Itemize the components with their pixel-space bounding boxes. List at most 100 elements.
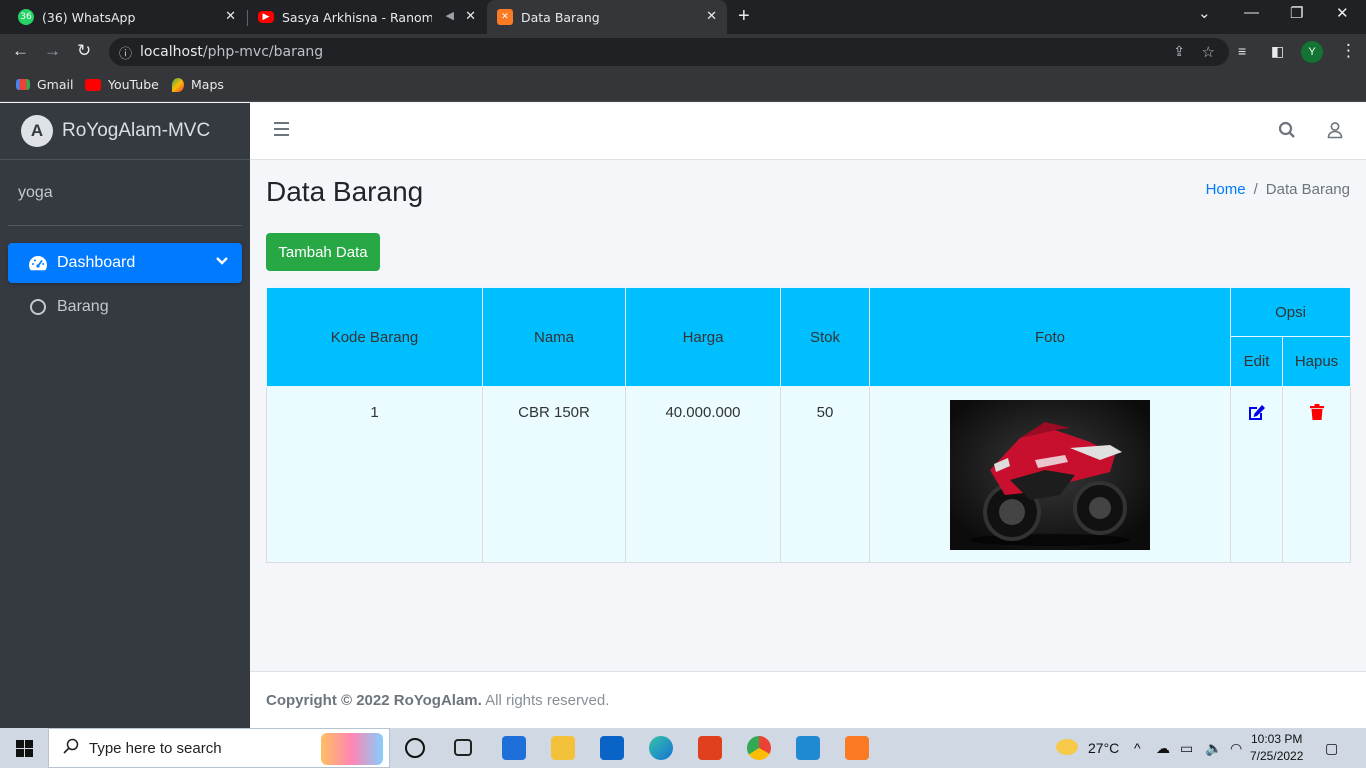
- office-icon[interactable]: [698, 736, 722, 760]
- side-panel-icon[interactable]: ◧: [1271, 41, 1284, 61]
- speaker-icon: ◀: [445, 9, 454, 22]
- search-icon: [63, 738, 79, 758]
- clock-time: 10:03 PM: [1251, 732, 1303, 746]
- bookmark-gmail[interactable]: Gmail: [16, 77, 73, 92]
- onedrive-icon[interactable]: ☁: [1156, 740, 1170, 757]
- browser-toolbar: ← → ↻ ⓘ localhost /php-mvc/barang ⇪ ☆ ≡ …: [0, 34, 1366, 70]
- sidebar-item-label: Dashboard: [57, 254, 136, 271]
- address-bar[interactable]: ⓘ localhost /php-mvc/barang ⇪ ☆: [109, 38, 1229, 66]
- xampp-icon[interactable]: [845, 736, 869, 760]
- profile-avatar[interactable]: Y: [1301, 41, 1323, 63]
- share-icon[interactable]: ⇪: [1173, 44, 1185, 60]
- cell-nama: CBR 150R: [482, 386, 626, 563]
- tab-youtube[interactable]: ▶ Sasya Arkhisna - Ranompo B ◀ ✕: [248, 0, 486, 34]
- menu-icon[interactable]: ⋮: [1340, 41, 1357, 61]
- youtube-icon: ▶: [258, 11, 274, 23]
- whatsapp-icon: 36: [18, 9, 34, 25]
- weather-temperature[interactable]: 27°C: [1088, 740, 1119, 756]
- main-header: [250, 103, 1366, 160]
- breadcrumb-current: Data Barang: [1265, 181, 1350, 198]
- brand-text: RoYogAlam-MVC: [62, 120, 211, 141]
- cortana-icon[interactable]: [405, 738, 425, 758]
- user-icon[interactable]: [1326, 121, 1344, 142]
- header-stok: Stok: [780, 287, 870, 387]
- cell-stok: 50: [780, 386, 870, 563]
- tab-title: Sasya Arkhisna - Ranompo B: [282, 9, 432, 25]
- tachometer-icon: [28, 255, 48, 271]
- main-sidebar: A RoYogAlam-MVC yoga Dashboard Barang: [0, 103, 250, 728]
- bookmark-label: Maps: [191, 77, 224, 92]
- breadcrumb: Home / Data Barang: [1206, 181, 1350, 198]
- reload-button[interactable]: ↻: [77, 41, 91, 61]
- tab-title: Data Barang: [521, 9, 600, 25]
- volume-icon[interactable]: 🔈: [1205, 740, 1222, 757]
- store-icon[interactable]: [502, 736, 526, 760]
- edit-icon[interactable]: [1247, 404, 1266, 425]
- cell-edit: [1230, 386, 1283, 563]
- bookmark-maps[interactable]: Maps: [172, 77, 224, 92]
- tab-whatsapp[interactable]: 36 (36) WhatsApp ✕: [8, 0, 246, 34]
- bookmark-label: Gmail: [37, 77, 74, 92]
- media-control-icon[interactable]: ≡: [1238, 41, 1246, 61]
- tab-data-barang[interactable]: ✕ Data Barang ✕: [487, 0, 727, 34]
- notification-icon[interactable]: ▢: [1325, 740, 1338, 757]
- close-tab-icon[interactable]: ✕: [706, 9, 717, 24]
- brand-logo: A: [21, 115, 53, 147]
- taskbar-clock[interactable]: 10:03 PM 7/25/2022: [1250, 731, 1303, 765]
- header-nama: Nama: [482, 287, 626, 387]
- circle-icon: [28, 299, 48, 315]
- chevron-down-icon: [216, 253, 228, 269]
- content-wrapper: Data Barang Home / Data Barang Tambah Data…: [250, 160, 1366, 671]
- site-info-icon[interactable]: ⓘ: [119, 43, 132, 62]
- cell-hapus: [1282, 386, 1351, 563]
- header-foto: Foto: [869, 287, 1231, 387]
- file-explorer-icon[interactable]: [551, 736, 575, 760]
- breadcrumb-home-link[interactable]: Home: [1206, 181, 1246, 198]
- sidebar-item-label: Barang: [57, 298, 109, 315]
- close-window-button[interactable]: ✕: [1336, 4, 1349, 22]
- hamburger-menu-icon[interactable]: [274, 122, 289, 140]
- chrome-icon[interactable]: [747, 736, 771, 760]
- wifi-icon[interactable]: ◠: [1230, 740, 1242, 757]
- sidebar-item-dashboard[interactable]: Dashboard: [8, 243, 242, 283]
- tray-chevron-icon[interactable]: ^: [1134, 740, 1141, 756]
- back-button[interactable]: ←: [12, 41, 29, 61]
- minimize-button[interactable]: —: [1244, 4, 1259, 21]
- maps-icon: [172, 77, 184, 92]
- weather-icon[interactable]: [1056, 739, 1078, 755]
- header-opsi: Opsi: [1230, 287, 1351, 337]
- browser-tab-strip: 36 (36) WhatsApp ✕ ▶ Sasya Arkhisna - Ra…: [0, 0, 1366, 34]
- forward-button[interactable]: →: [44, 41, 61, 61]
- windows-start-icon[interactable]: [16, 740, 33, 760]
- header-hapus: Hapus: [1282, 336, 1351, 387]
- url-path: /php-mvc/barang: [202, 44, 324, 60]
- vscode-icon[interactable]: [796, 736, 820, 760]
- bookmark-youtube[interactable]: YouTube: [85, 77, 159, 92]
- brand-link[interactable]: A RoYogAlam-MVC: [0, 103, 250, 160]
- cell-foto: [869, 386, 1231, 563]
- taskbar-search-input[interactable]: Type here to search: [48, 728, 390, 768]
- bookmark-star-icon[interactable]: ☆: [1202, 43, 1215, 61]
- restore-button[interactable]: ❐: [1290, 4, 1303, 22]
- header-edit: Edit: [1230, 336, 1283, 387]
- edge-icon[interactable]: [649, 736, 673, 760]
- add-data-button[interactable]: Tambah Data: [266, 233, 380, 271]
- url-host: localhost: [140, 44, 203, 60]
- sidebar-item-barang[interactable]: Barang: [8, 287, 242, 327]
- mail-icon[interactable]: [600, 736, 624, 760]
- close-tab-icon[interactable]: ✕: [225, 9, 236, 24]
- user-name: yoga: [18, 183, 53, 201]
- search-highlight-icon: [321, 733, 383, 765]
- windows-taskbar: Type here to search 27°C ^ ☁ ▭ 🔈 ◠ 10:03…: [0, 728, 1366, 768]
- close-tab-icon[interactable]: ✕: [465, 9, 476, 24]
- tab-search-icon[interactable]: ⌄: [1198, 4, 1211, 22]
- search-icon[interactable]: [1278, 121, 1296, 142]
- task-view-icon[interactable]: [454, 739, 472, 756]
- battery-icon[interactable]: ▭: [1180, 740, 1193, 757]
- clock-date: 7/25/2022: [1250, 749, 1304, 763]
- main-footer: Copyright © 2022 RoYogAlam. All rights r…: [250, 671, 1366, 728]
- new-tab-button[interactable]: +: [738, 5, 750, 27]
- trash-icon[interactable]: [1309, 404, 1324, 424]
- user-panel[interactable]: yoga: [8, 160, 242, 226]
- search-placeholder: Type here to search: [89, 739, 222, 757]
